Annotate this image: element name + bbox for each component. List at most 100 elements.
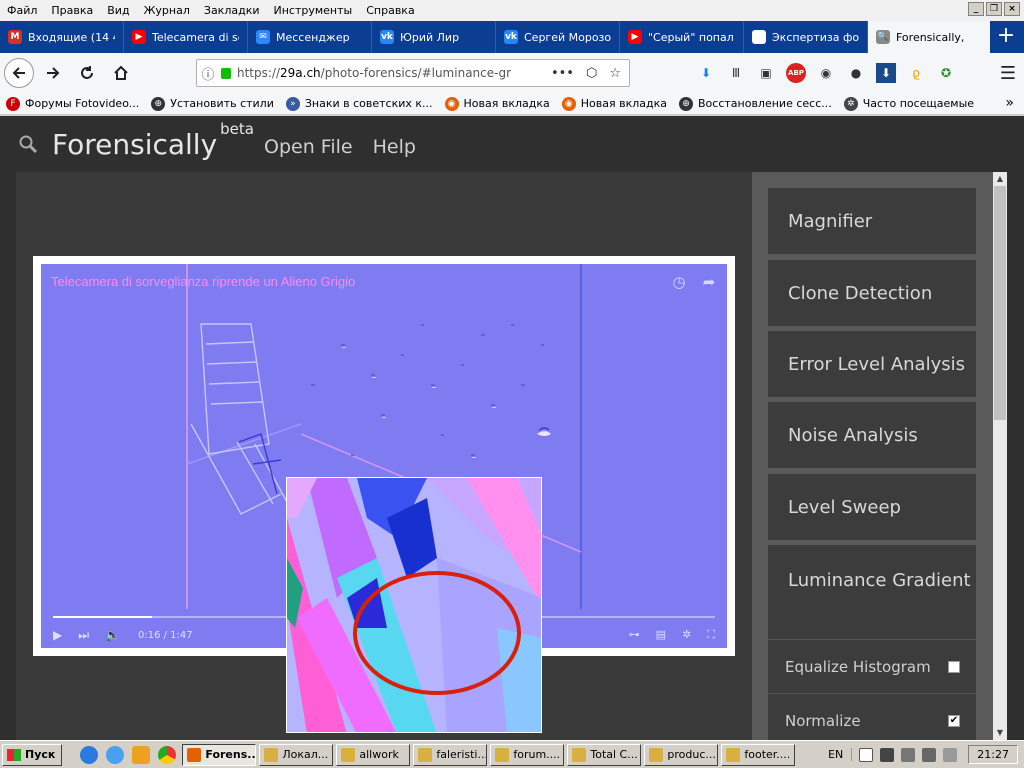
option-checkbox[interactable]: ✔ [948, 714, 960, 727]
forward-button[interactable] [38, 58, 68, 88]
next-icon[interactable]: ⏭ [78, 628, 89, 643]
home-icon [114, 65, 128, 80]
task-label: Forens... [205, 748, 257, 761]
menu-view[interactable]: Вид [100, 4, 136, 17]
player-icon[interactable] [132, 745, 151, 764]
menu-file[interactable]: Файл [0, 4, 44, 17]
lock-icon[interactable] [221, 67, 231, 79]
option-equalize-histogram[interactable]: Equalize Histogram [768, 639, 976, 693]
taskbar-task[interactable]: footer.... [721, 743, 796, 766]
star-icon[interactable]: ☆ [609, 66, 621, 81]
browser-tab-7[interactable]: 🔍 Forensically, [868, 21, 990, 53]
reload-button[interactable] [72, 58, 102, 88]
green-extension-icon[interactable]: ✪ [936, 63, 956, 83]
play-icon[interactable]: ▶ [53, 628, 62, 642]
subtitles-icon[interactable]: ▤ [656, 628, 666, 642]
network-tray-icon[interactable] [880, 747, 895, 762]
bookmark-item[interactable]: » Знаки в советских к... [285, 96, 433, 111]
bookmark-item[interactable]: ◉ Новая вкладка [561, 96, 667, 111]
back-button[interactable] [4, 58, 34, 88]
watch-later-icon[interactable]: ◷ [669, 272, 689, 292]
tool-magnifier[interactable]: Magnifier [768, 188, 976, 254]
menu-edit[interactable]: Правка [44, 4, 100, 17]
menu-help[interactable]: Справка [359, 4, 421, 17]
taskbar-task[interactable]: Forens... [182, 743, 257, 766]
restore-button[interactable]: ❐ [986, 2, 1002, 16]
fotovideo-icon: F [6, 96, 20, 111]
help-link[interactable]: Help [373, 136, 416, 158]
browser-tab-5[interactable]: ▶ "Серый" попал н [620, 21, 744, 53]
taskbar-task[interactable]: faleristi... [413, 743, 488, 766]
tool-noise-analysis[interactable]: Noise Analysis [768, 402, 976, 468]
adblock-icon[interactable]: ABP [786, 63, 806, 83]
tool-luminance-gradient[interactable]: Luminance Gradient [768, 545, 976, 639]
volume-icon[interactable]: 🔈 [105, 628, 120, 642]
close-window-button[interactable]: × [1004, 2, 1020, 16]
chevron-more-icon[interactable]: » [1005, 95, 1014, 111]
fullscreen-icon[interactable]: ⛶ [707, 628, 715, 642]
monitor-tray-icon[interactable] [901, 747, 916, 762]
open-file-link[interactable]: Open File [264, 136, 353, 158]
library-icon[interactable]: Ⅲ [726, 63, 746, 83]
scrollbar-thumb[interactable] [994, 186, 1006, 420]
menu-history[interactable]: Журнал [137, 4, 197, 17]
menu-icon[interactable]: ☰ [1000, 63, 1016, 84]
settings-gear-icon[interactable]: ✲ [682, 628, 691, 642]
tool-error-level-analysis[interactable]: Error Level Analysis [768, 331, 976, 397]
pocket-icon[interactable]: ⬡ [586, 66, 597, 81]
browser-tab-4[interactable]: vk Сергей Морозов [496, 21, 620, 53]
option-checkbox[interactable] [948, 660, 960, 673]
taskbar-task[interactable]: allwork [336, 743, 411, 766]
tool-clone-detection[interactable]: Clone Detection [768, 260, 976, 326]
bookmark-item[interactable]: ⊕ Установить стили [151, 96, 274, 111]
ie-icon[interactable] [106, 745, 125, 764]
sidebar-icon[interactable]: ▣ [756, 63, 776, 83]
video-title[interactable]: Telecamera di sorveglianza riprende un A… [51, 274, 355, 289]
browser-tab-3[interactable]: vk Юрий Лир [372, 21, 496, 53]
yellow-extension-icon[interactable]: ϱ [906, 63, 926, 83]
bookmark-item[interactable]: ⊕ Восстановление сесс... [679, 96, 832, 111]
browser-tab-6[interactable]: Экспертиза фото- и [744, 21, 868, 53]
menu-tools[interactable]: Инструменты [267, 4, 360, 17]
messenger-icon: ✉ [256, 30, 270, 44]
url-text[interactable]: https://29a.ch/photo-forensics/#luminanc… [237, 66, 527, 80]
share-icon[interactable]: ➦ [699, 272, 719, 292]
account-icon[interactable]: ◉ [816, 63, 836, 83]
download-icon[interactable]: ⬇ [696, 63, 716, 83]
extension-icon[interactable]: ● [846, 63, 866, 83]
home-button[interactable] [106, 58, 136, 88]
new-tab-button[interactable]: + [990, 21, 1022, 53]
battery-tray-icon[interactable] [943, 747, 958, 762]
firefox-icon: ◉ [561, 96, 576, 111]
minimize-button[interactable]: _ [968, 2, 984, 16]
browser-tab-2[interactable]: ✉ Мессенджер [248, 21, 372, 53]
page-actions-icon[interactable]: ••• [551, 66, 574, 81]
bookmark-icon: » [285, 96, 300, 111]
save-icon[interactable]: ⬇ [876, 63, 896, 83]
taskbar-task[interactable]: Total C... [567, 743, 642, 766]
autoplay-toggle-icon[interactable]: ⊶ [629, 628, 640, 642]
taskbar-task[interactable]: Локал... [259, 743, 334, 766]
info-icon[interactable]: ⓘ [197, 64, 219, 83]
taskbar-task[interactable]: produc... [644, 743, 719, 766]
scroll-down-arrow-icon[interactable]: ▼ [993, 726, 1007, 740]
language-indicator[interactable]: EN [828, 748, 853, 761]
browser-tab-0[interactable]: M Входящие (14 4 [0, 21, 124, 53]
tool-level-sweep[interactable]: Level Sweep [768, 474, 976, 540]
scroll-up-arrow-icon[interactable]: ▲ [993, 172, 1007, 186]
bookmark-label: Установить стили [170, 97, 274, 110]
media-player-icon[interactable] [80, 745, 99, 764]
url-bar[interactable]: ⓘ https://29a.ch/photo-forensics/#lumina… [196, 59, 630, 87]
bookmark-item[interactable]: ✲ Часто посещаемые [843, 96, 974, 111]
menu-bookmarks[interactable]: Закладки [197, 4, 267, 17]
start-button[interactable]: Пуск [2, 743, 63, 766]
option-normalize[interactable]: Normalize ✔ [768, 693, 976, 747]
taskbar-task[interactable]: forum.... [490, 743, 565, 766]
flag-tray-icon[interactable] [859, 747, 874, 762]
volume-tray-icon[interactable] [922, 747, 937, 762]
magnifier-loupe[interactable] [286, 477, 542, 733]
bookmark-item[interactable]: ◉ Новая вкладка [444, 96, 550, 111]
bookmark-item[interactable]: F Форумы Fotovideo... [6, 96, 139, 111]
chrome-icon[interactable] [158, 745, 177, 764]
browser-tab-1[interactable]: ▶ Telecamera di so [124, 21, 248, 53]
